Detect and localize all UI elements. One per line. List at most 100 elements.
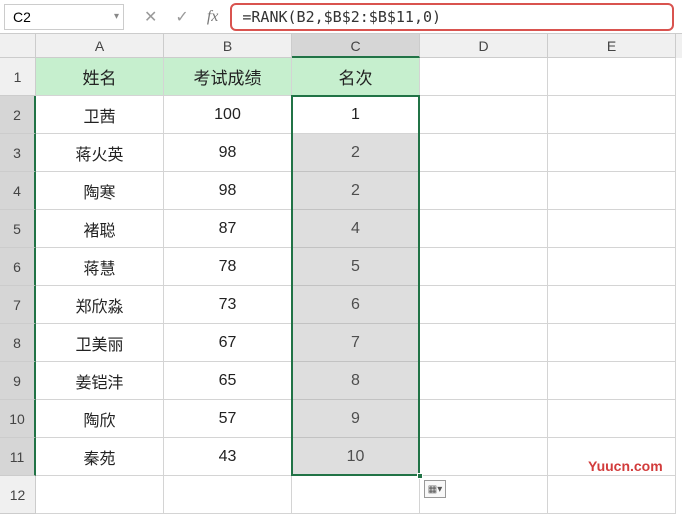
col-header-E[interactable]: E (548, 34, 676, 58)
cell[interactable] (164, 476, 292, 514)
name-box-value: C2 (13, 9, 31, 25)
col-header-D[interactable]: D (420, 34, 548, 58)
header-rank[interactable]: 名次 (292, 58, 420, 96)
cell-score[interactable]: 57 (164, 400, 292, 438)
cell-name[interactable]: 姜铠沣 (36, 362, 164, 400)
cell-name[interactable]: 蒋慧 (36, 248, 164, 286)
table-row: 3 蒋火英 98 2 (0, 134, 682, 172)
cell[interactable] (548, 286, 676, 324)
watermark: Yuucn.com (588, 458, 663, 474)
cell-name[interactable]: 褚聪 (36, 210, 164, 248)
cell[interactable] (420, 248, 548, 286)
table-row: 11 秦苑 43 10 (0, 438, 682, 476)
cell-rank[interactable]: 1 (292, 96, 420, 134)
cell[interactable] (548, 400, 676, 438)
row-header-7[interactable]: 7 (0, 286, 36, 324)
formula-bar-row: C2 ▾ ✕ ✓ fx =RANK(B2,$B$2:$B$11,0) (0, 0, 682, 34)
cell-rank[interactable]: 4 (292, 210, 420, 248)
cell[interactable] (548, 210, 676, 248)
formula-text: =RANK(B2,$B$2:$B$11,0) (242, 8, 441, 26)
col-header-A[interactable]: A (36, 34, 164, 58)
row-header-5[interactable]: 5 (0, 210, 36, 248)
cell-rank[interactable]: 5 (292, 248, 420, 286)
select-all-corner[interactable] (0, 34, 36, 58)
header-score[interactable]: 考试成绩 (164, 58, 292, 96)
cell-E1[interactable] (548, 58, 676, 96)
cell-name[interactable]: 卫茜 (36, 96, 164, 134)
cell[interactable] (420, 134, 548, 172)
cell-score[interactable]: 67 (164, 324, 292, 362)
cell-score[interactable]: 65 (164, 362, 292, 400)
col-header-B[interactable]: B (164, 34, 292, 58)
fill-handle[interactable] (417, 473, 423, 479)
autofill-options-button[interactable]: ▦▾ (424, 480, 446, 498)
col-header-C[interactable]: C (292, 34, 420, 58)
cell-score[interactable]: 98 (164, 134, 292, 172)
cell-name[interactable]: 郑欣淼 (36, 286, 164, 324)
table-row: 5 褚聪 87 4 (0, 210, 682, 248)
row-header-8[interactable]: 8 (0, 324, 36, 362)
row-header-3[interactable]: 3 (0, 134, 36, 172)
cell[interactable] (420, 210, 548, 248)
header-name[interactable]: 姓名 (36, 58, 164, 96)
formula-input[interactable]: =RANK(B2,$B$2:$B$11,0) (230, 3, 674, 31)
cell[interactable] (420, 324, 548, 362)
cell[interactable] (548, 96, 676, 134)
cell[interactable] (420, 362, 548, 400)
cell-score[interactable]: 43 (164, 438, 292, 476)
name-box[interactable]: C2 ▾ (4, 4, 124, 30)
cell[interactable] (420, 286, 548, 324)
fx-icon[interactable]: fx (207, 8, 219, 26)
row-header-1[interactable]: 1 (0, 58, 36, 96)
cell-name[interactable]: 陶欣 (36, 400, 164, 438)
cell[interactable] (548, 476, 676, 514)
row-header-9[interactable]: 9 (0, 362, 36, 400)
row-header-10[interactable]: 10 (0, 400, 36, 438)
cell-name[interactable]: 陶寒 (36, 172, 164, 210)
row-header-2[interactable]: 2 (0, 96, 36, 134)
row-header-12[interactable]: 12 (0, 476, 36, 514)
row-header-6[interactable]: 6 (0, 248, 36, 286)
spreadsheet-grid[interactable]: A B C D E 1 姓名 考试成绩 名次 2 卫茜 100 1 3 蒋火英 … (0, 34, 682, 514)
row-header-4[interactable]: 4 (0, 172, 36, 210)
cell-name[interactable]: 卫美丽 (36, 324, 164, 362)
cell-rank[interactable]: 2 (292, 134, 420, 172)
cell[interactable] (420, 438, 548, 476)
table-row: 4 陶寒 98 2 (0, 172, 682, 210)
cell-score[interactable]: 98 (164, 172, 292, 210)
cell-score[interactable]: 78 (164, 248, 292, 286)
cell-name[interactable]: 秦苑 (36, 438, 164, 476)
cell-rank[interactable]: 2 (292, 172, 420, 210)
cell[interactable] (36, 476, 164, 514)
table-row: 6 蒋慧 78 5 (0, 248, 682, 286)
chevron-down-icon[interactable]: ▾ (114, 11, 119, 22)
table-row: 7 郑欣淼 73 6 (0, 286, 682, 324)
table-row: 2 卫茜 100 1 (0, 96, 682, 134)
cell[interactable] (292, 476, 420, 514)
cell-rank[interactable]: 7 (292, 324, 420, 362)
cell[interactable] (548, 362, 676, 400)
cell[interactable] (420, 172, 548, 210)
cell-rank[interactable]: 8 (292, 362, 420, 400)
cancel-icon[interactable]: ✕ (144, 7, 157, 27)
table-row: 8 卫美丽 67 7 (0, 324, 682, 362)
cell-D1[interactable] (420, 58, 548, 96)
cell[interactable] (420, 400, 548, 438)
formula-bar-icons: ✕ ✓ fx (144, 7, 218, 27)
cell-score[interactable]: 100 (164, 96, 292, 134)
cell-name[interactable]: 蒋火英 (36, 134, 164, 172)
cell-rank[interactable]: 6 (292, 286, 420, 324)
cell[interactable] (548, 134, 676, 172)
row-header-11[interactable]: 11 (0, 438, 36, 476)
cell-score[interactable]: 87 (164, 210, 292, 248)
cell[interactable] (548, 248, 676, 286)
cell-rank[interactable]: 10 (292, 438, 420, 476)
cell[interactable] (548, 324, 676, 362)
table-row: 9 姜铠沣 65 8 (0, 362, 682, 400)
column-header-row: A B C D E (0, 34, 682, 58)
cell-rank[interactable]: 9 (292, 400, 420, 438)
cell[interactable] (420, 96, 548, 134)
cell[interactable] (548, 172, 676, 210)
accept-icon[interactable]: ✓ (175, 7, 188, 27)
cell-score[interactable]: 73 (164, 286, 292, 324)
